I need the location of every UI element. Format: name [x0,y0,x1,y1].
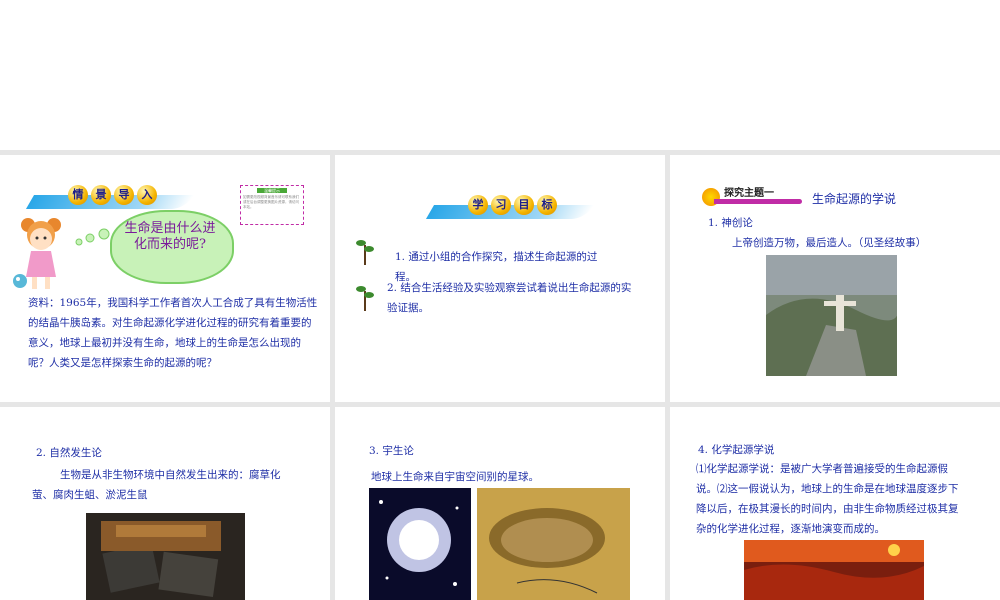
intro-paragraph: 资料：1965年，我国科学工作者首次人工合成了具有生物活性的结晶牛胰岛素。对生命… [28,297,318,369]
tip-note-text: 如需更改视频背景音乐请可联系我们或在后台调整更换图片资源，请访问本站。 [243,195,299,209]
section-text: 上帝创造万物，最后造人。（见圣经故事） [732,237,927,249]
tip-note: 温馨提示 如需更改视频背景音乐请可联系我们或在后台调整更换图片资源，请访问本站。 [240,185,304,225]
slide-theory-spontaneous[interactable]: 2. 自然发生论 生物是从非生物环境中自然发生出来的：腐草化萤、腐肉生蛆、淤泥生… [0,407,330,600]
meteor-crater-photo [477,488,630,600]
banner-scenario-intro: 情 景 导 入 [25,185,195,209]
banner-char: 目 [514,195,534,215]
star-cluster-photo [369,488,471,600]
banner-char: 景 [91,185,111,205]
rotting-food-photo [86,513,245,600]
topic-tag-label: 探究主题一 [724,188,774,199]
banner-char: 习 [491,195,511,215]
banner-char: 入 [137,185,157,205]
slide-theory-chemical[interactable]: 4. 化学起源学说 ⑴化学起源学说：是被广大学者普遍接受的生命起源假说。⑵这一假… [670,407,1000,600]
slide-theory-creationism[interactable]: 探究主题一 生命起源的学说 1. 神创论 上帝创造万物，最后造人。（见圣经故事） [670,155,1000,402]
slide-scenario-intro[interactable]: 情 景 导 入 温馨提示 如需更改视频背景音乐请可联系我们或在后台调整更换图片资… [0,155,330,402]
banner-char: 导 [114,185,134,205]
thought-dots-icon [75,228,110,246]
top-blank-slide [0,0,1000,150]
section-heading: 3. 宇生论 [369,445,414,457]
banner-learning-goals: 学 习 目 标 [425,195,595,219]
banner-char: 标 [537,195,557,215]
topic-tag: 探究主题一 [702,188,802,206]
thought-bubble-text: 生命是由什么进化而来的呢? [124,221,216,252]
section-heading: 2. 自然发生论 [36,447,102,459]
sprout-icon [356,240,374,265]
slide-learning-goals[interactable]: 学 习 目 标 1. 通过小组的合作探究，描述生命起源的过程。 2. 结合生活经… [335,155,665,402]
section-text: 生物是从非生物环境中自然发生出来的：腐草化萤、腐肉生蛆、淤泥生鼠 [32,469,281,501]
tip-note-title: 温馨提示 [257,188,287,193]
section-heading: 4. 化学起源学说 [698,444,775,456]
slide-theory-panspermia[interactable]: 3. 宇生论 地球上生命来自宇宙空间别的星球。 [335,407,665,600]
banner-char: 情 [68,185,88,205]
banner-char: 学 [468,195,488,215]
sprout-icon [356,286,374,311]
primordial-earth-photo [744,540,924,600]
christ-statue-photo [766,255,897,376]
goal-2: 2. 结合生活经验及实验观察尝试着说出生命起源的实验证据。 [387,282,632,314]
slide-title: 生命起源的学说 [812,192,897,206]
section-heading: 1. 神创论 [708,217,753,229]
section-text: 地球上生命来自宇宙空间别的星球。 [371,471,539,483]
section-text: ⑴化学起源学说：是被广大学者普遍接受的生命起源假说。⑵这一假说认为，地球上的生命… [696,463,959,535]
